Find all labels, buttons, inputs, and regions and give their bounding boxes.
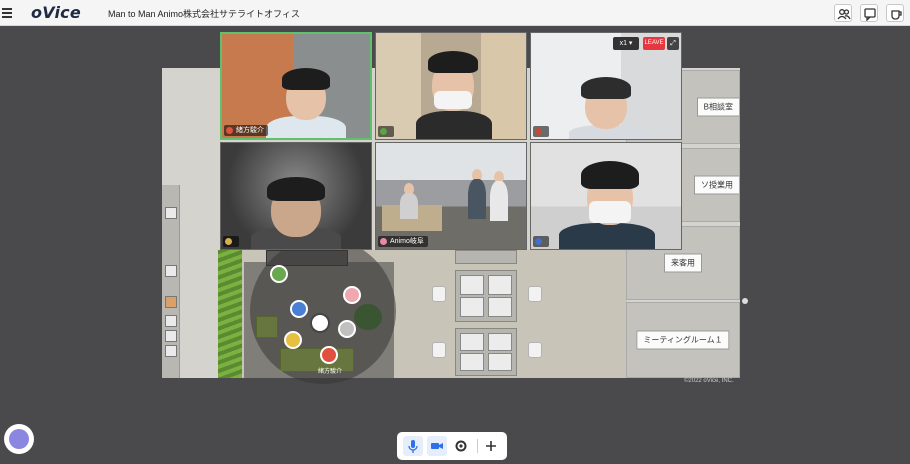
person — [490, 181, 508, 221]
video-name-tag — [533, 126, 549, 137]
video-tile[interactable] — [530, 142, 682, 250]
face-mask — [434, 91, 472, 109]
video-tile[interactable]: Animo岐阜 — [375, 142, 527, 250]
map-object — [165, 207, 177, 219]
person — [559, 223, 655, 249]
chair — [432, 342, 446, 358]
person — [267, 177, 325, 201]
user-avatar[interactable] — [338, 320, 356, 338]
user-avatar[interactable] — [290, 300, 308, 318]
conversation-center-icon[interactable] — [310, 313, 330, 333]
coffee-icon[interactable] — [886, 4, 904, 22]
assistant-button[interactable] — [4, 424, 34, 454]
room-label: 来客用 — [664, 253, 702, 273]
user-avatar[interactable] — [284, 331, 302, 349]
room-label: ミーティングルーム１ — [636, 330, 730, 350]
video-name-tag — [533, 236, 549, 247]
space-title: Man to Man Animo株式会社サテライトオフィス — [108, 9, 300, 19]
user-avatar[interactable] — [270, 265, 288, 283]
expand-icon[interactable]: ⤢ — [667, 37, 679, 50]
video-tile[interactable]: 緒方駿介 — [220, 32, 372, 140]
video-name-tag: Animo岐阜 — [378, 236, 428, 247]
video-tile[interactable]: x1 ▾ LEAVE ⤢ — [530, 32, 682, 140]
desk-cluster — [455, 250, 517, 264]
user-avatar[interactable] — [320, 346, 338, 364]
ovice-logo: oVice — [31, 3, 81, 22]
camera-icon[interactable] — [427, 436, 447, 456]
chair — [528, 342, 542, 358]
map-object — [165, 296, 177, 308]
room-label: ソ授業用 — [694, 175, 739, 195]
desk-cluster — [455, 328, 517, 376]
room-label: B相談室 — [696, 97, 739, 117]
settings-icon[interactable] — [451, 436, 471, 456]
video-name-tag: 緒方駿介 — [224, 125, 268, 136]
video-tile[interactable] — [220, 142, 372, 250]
user-avatar[interactable] — [343, 286, 361, 304]
map-zoom-handle[interactable] — [742, 298, 748, 304]
person — [581, 77, 631, 99]
avatar-name: 緒方駿介 — [318, 369, 343, 375]
person — [428, 51, 478, 73]
video-tile[interactable] — [375, 32, 527, 140]
bot-icon — [9, 429, 29, 449]
person — [416, 111, 492, 139]
map-object — [165, 330, 177, 342]
video-name-tag — [223, 236, 239, 247]
avatar-fill — [272, 267, 286, 281]
people-icon[interactable] — [834, 4, 852, 22]
video-name-tag — [378, 126, 394, 137]
menu-icon[interactable] — [2, 6, 12, 20]
person — [400, 193, 418, 219]
face-mask — [589, 201, 631, 223]
divider — [477, 439, 478, 453]
chair — [528, 286, 542, 302]
person — [468, 179, 486, 219]
top-bar: oVice Man to Man Animo株式会社サテライトオフィス — [0, 0, 910, 26]
zoom-select[interactable]: x1 ▾ — [613, 37, 639, 50]
person — [581, 161, 639, 189]
leave-button[interactable]: LEAVE — [643, 37, 665, 50]
copyright: ©2022 oVice, INC. — [684, 378, 734, 384]
media-control-bar — [397, 432, 507, 460]
chat-icon[interactable] — [860, 4, 878, 22]
person — [282, 68, 330, 90]
room-meeting-1[interactable]: ミーティングルーム１ — [626, 302, 740, 378]
microphone-icon[interactable] — [403, 436, 423, 456]
add-icon[interactable] — [481, 436, 501, 456]
map-object — [165, 345, 177, 357]
map-object — [165, 315, 177, 327]
plant-hedge — [218, 250, 242, 378]
map-object — [165, 265, 177, 277]
chair — [432, 286, 446, 302]
desk-cluster — [455, 270, 517, 322]
